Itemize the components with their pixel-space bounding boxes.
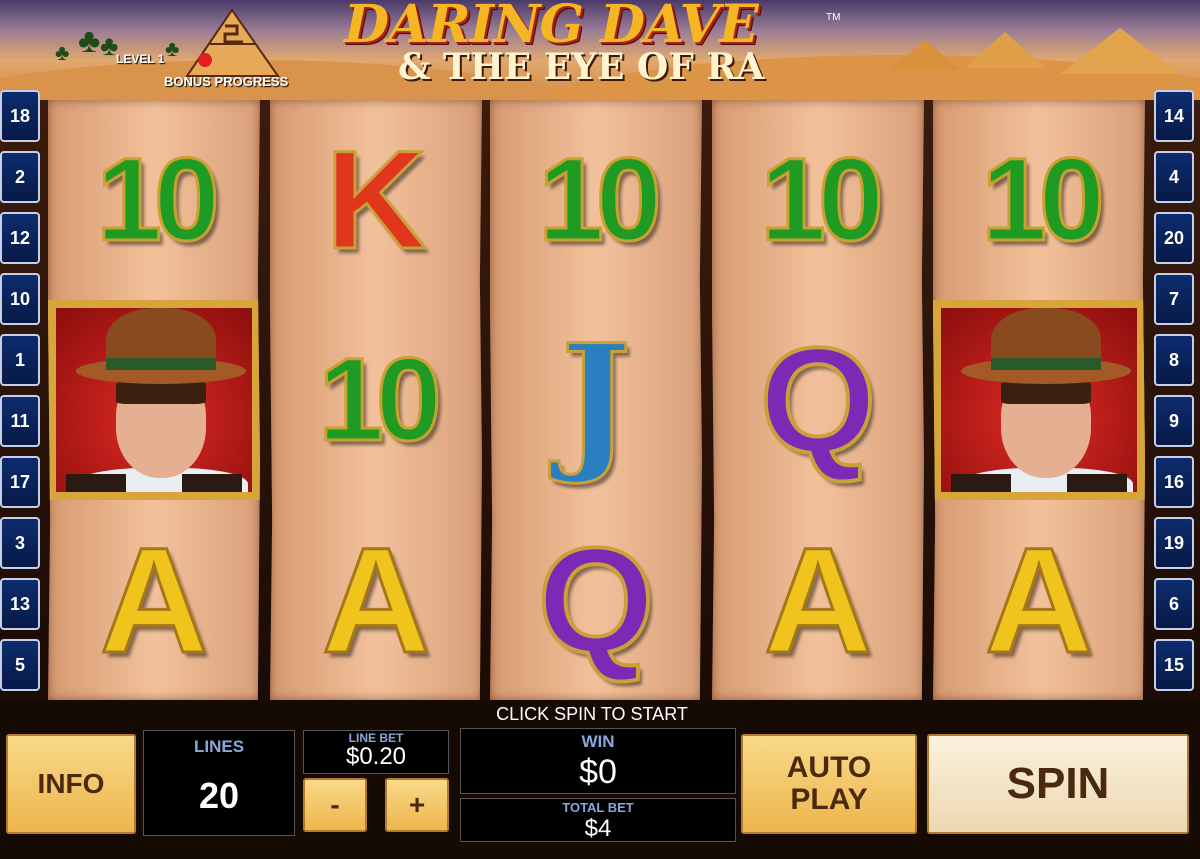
pyramid-shape xyxy=(1060,28,1180,74)
ten-symbol: 10 xyxy=(980,133,1106,268)
line-bet-decrease-button[interactable]: - xyxy=(303,778,367,832)
status-message: CLICK SPIN TO START xyxy=(496,704,688,724)
line-bet-increase-button[interactable]: + xyxy=(385,778,449,832)
payline-indicator[interactable]: 15 xyxy=(1154,639,1194,691)
game-logo-subtitle: & THE EYE OF RA xyxy=(398,46,765,88)
lines-label: LINES xyxy=(193,737,245,756)
bonus-progress-label: BONUS PROGRESS xyxy=(164,74,289,89)
reel-5: 10 A xyxy=(933,100,1145,700)
payline-indicator[interactable]: 13 xyxy=(0,578,40,630)
ten-symbol: 10 xyxy=(317,333,443,468)
payline-indicator[interactable]: 9 xyxy=(1154,395,1194,447)
reel-3: 10 J Q xyxy=(490,100,702,700)
total-bet-value: $4 xyxy=(584,815,612,842)
paylines-left: 18 2 12 10 1 11 17 3 13 5 xyxy=(0,90,44,700)
payline-indicator[interactable]: 8 xyxy=(1154,334,1194,386)
win-panel: WIN $0 xyxy=(460,728,736,794)
paylines-right: 14 4 20 7 8 9 16 19 6 15 xyxy=(1154,90,1198,700)
reel-1: 10 A xyxy=(48,100,260,700)
payline-indicator[interactable]: 14 xyxy=(1154,90,1194,142)
daring-dave-wild-symbol xyxy=(933,300,1145,500)
top-banner: ♣ ♣ ♣ ♣ LEVEL 1 BONUS PROGRESS DARING DA… xyxy=(0,0,1200,100)
total-bet-panel: TOTAL BET $4 xyxy=(460,798,736,842)
autoplay-label-line1: AUTO xyxy=(786,751,872,784)
payline-indicator[interactable]: 19 xyxy=(1154,517,1194,569)
ace-symbol: A xyxy=(983,514,1094,685)
reel-4: 10 Q A xyxy=(712,100,924,700)
ace-symbol: A xyxy=(98,514,209,685)
payline-indicator[interactable]: 12 xyxy=(0,212,40,264)
trademark-label: TM xyxy=(826,12,841,23)
spin-button[interactable]: SPIN xyxy=(927,734,1189,834)
ace-symbol: A xyxy=(320,514,431,685)
payline-indicator[interactable]: 11 xyxy=(0,395,40,447)
win-value: $0 xyxy=(579,753,617,791)
win-label: WIN xyxy=(581,732,615,751)
payline-indicator[interactable]: 6 xyxy=(1154,578,1194,630)
total-bet-label: TOTAL BET xyxy=(562,800,634,815)
lines-value: 20 xyxy=(198,775,240,816)
queen-symbol: Q xyxy=(536,514,657,686)
reel-2: K 10 A xyxy=(270,100,482,700)
autoplay-button[interactable]: AUTO PLAY xyxy=(741,734,917,834)
payline-indicator[interactable]: 20 xyxy=(1154,212,1194,264)
queen-symbol: Q xyxy=(758,314,879,486)
payline-indicator[interactable]: 7 xyxy=(1154,273,1194,325)
payline-indicator[interactable]: 17 xyxy=(0,456,40,508)
payline-indicator[interactable]: 10 xyxy=(0,273,40,325)
ten-symbol: 10 xyxy=(759,133,885,268)
ten-symbol: 10 xyxy=(537,133,663,268)
jack-symbol: J xyxy=(559,311,633,490)
payline-indicator[interactable]: 16 xyxy=(1154,456,1194,508)
line-bet-panel: LINE BET $0.20 xyxy=(303,730,449,774)
palm-tree-icon: ♣ xyxy=(78,22,101,60)
info-button[interactable]: INFO xyxy=(6,734,136,834)
ten-symbol: 10 xyxy=(95,133,221,268)
autoplay-label-line2: PLAY xyxy=(790,783,868,816)
payline-indicator[interactable]: 4 xyxy=(1154,151,1194,203)
payline-indicator[interactable]: 18 xyxy=(0,90,40,142)
payline-indicator[interactable]: 3 xyxy=(0,517,40,569)
bonus-progress-pyramid-icon xyxy=(185,8,280,77)
level-label: LEVEL 1 xyxy=(116,52,165,66)
palm-tree-icon: ♣ xyxy=(55,40,70,65)
lines-panel: LINES 20 xyxy=(143,730,295,836)
king-symbol: K xyxy=(324,120,428,280)
pyramid-shape xyxy=(890,40,960,70)
pyramid-shape xyxy=(965,32,1045,68)
payline-indicator[interactable]: 5 xyxy=(0,639,40,691)
daring-dave-wild-symbol xyxy=(48,300,260,500)
ace-symbol: A xyxy=(762,514,873,685)
payline-indicator[interactable]: 2 xyxy=(0,151,40,203)
payline-indicator[interactable]: 1 xyxy=(0,334,40,386)
line-bet-value: $0.20 xyxy=(345,743,407,770)
palm-tree-icon: ♣ xyxy=(165,36,180,61)
